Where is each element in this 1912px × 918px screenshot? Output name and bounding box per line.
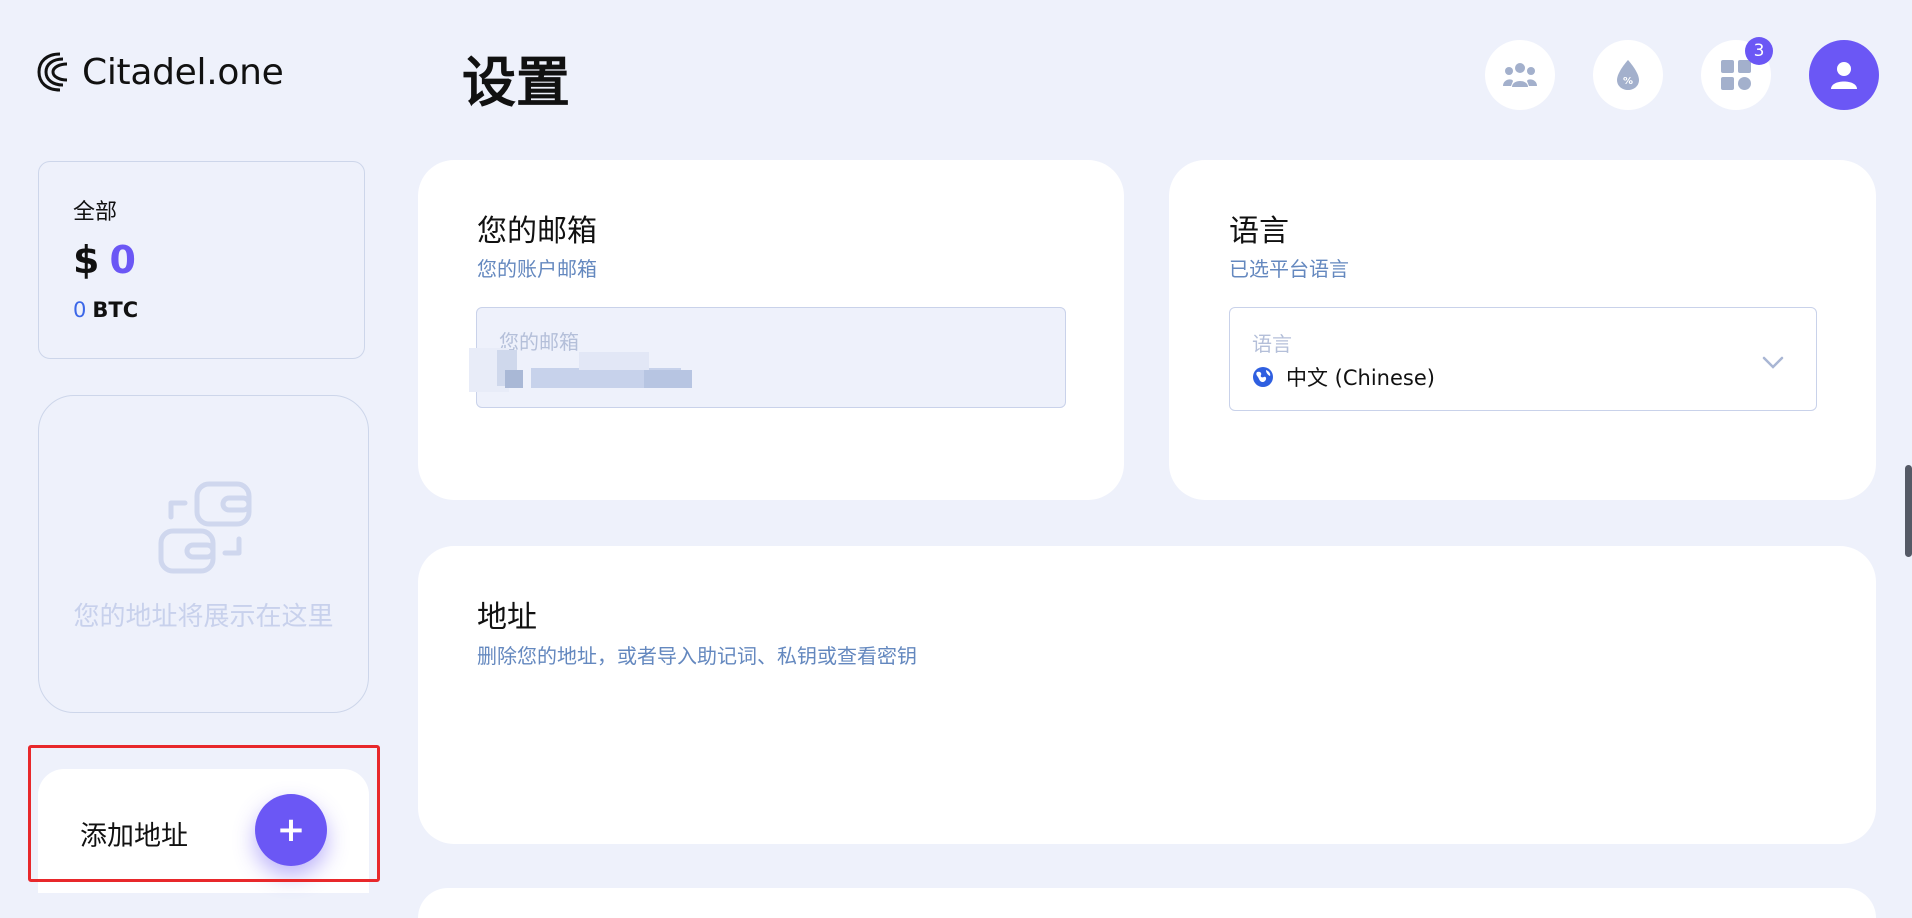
balance-amount: 0 [109,238,136,282]
user-icon [1831,62,1857,89]
address-card-subtitle: 删除您的地址，或者导入助记词、私钥或查看密钥 [477,644,917,668]
community-icon [1503,63,1537,87]
staking-percent-icon: % [1617,60,1639,90]
address-card: 地址 删除您的地址，或者导入助记词、私钥或查看密钥 [418,546,1876,844]
language-card-title: 语言 [1229,214,1289,249]
email-card: 您的邮箱 您的账户邮箱 您的邮箱 [418,160,1124,500]
add-address-card[interactable]: 添加地址 + [38,769,369,893]
brand-logo[interactable]: Citadel.one [36,50,284,94]
email-card-title: 您的邮箱 [477,214,597,249]
staking-button[interactable]: % [1593,40,1663,110]
total-balance-card: 全部 $0 0 BTC [38,161,365,359]
language-selected: 中文 (Chinese) [1252,362,1435,392]
email-field[interactable]: 您的邮箱 [469,307,1066,408]
language-select-label: 语言 [1252,332,1292,356]
wallets-icon [158,481,252,574]
balance-currency: $ [73,238,100,282]
balance-usd: $0 [73,238,136,282]
apps-grid-icon [1721,60,1751,90]
language-card: 语言 已选平台语言 语言 中文 (Chinese) [1169,160,1876,500]
empty-addresses-text: 您的地址将展示在这里 [73,602,334,632]
apps-count-badge: 3 [1745,37,1773,65]
email-card-subtitle: 您的账户邮箱 [477,257,597,281]
add-address-label: 添加地址 [80,821,188,852]
profile-button[interactable] [1809,40,1879,110]
page-title: 设置 [462,51,570,114]
language-select[interactable]: 语言 中文 (Chinese) [1229,307,1817,411]
citadel-logo-icon [37,52,68,92]
plus-icon: + [276,810,306,850]
globe-icon [1253,367,1273,387]
btc-unit: BTC [92,298,139,322]
scrollbar-thumb[interactable] [1905,465,1912,557]
address-card-title: 地址 [477,600,537,635]
svg-text:%: % [1623,76,1633,87]
community-button[interactable] [1485,40,1555,110]
empty-addresses-card: 您的地址将展示在这里 [38,395,369,713]
chevron-down-icon [1762,356,1784,369]
balance-label: 全部 [73,200,118,225]
language-card-subtitle: 已选平台语言 [1229,257,1349,281]
btc-amount: 0 [73,298,87,322]
add-address-button[interactable]: + [255,794,327,866]
language-selected-text: 中文 (Chinese) [1286,366,1435,390]
balance-btc: 0 BTC [73,298,138,322]
logo-text: Citadel.one [82,51,284,93]
redacted-email [469,348,709,392]
